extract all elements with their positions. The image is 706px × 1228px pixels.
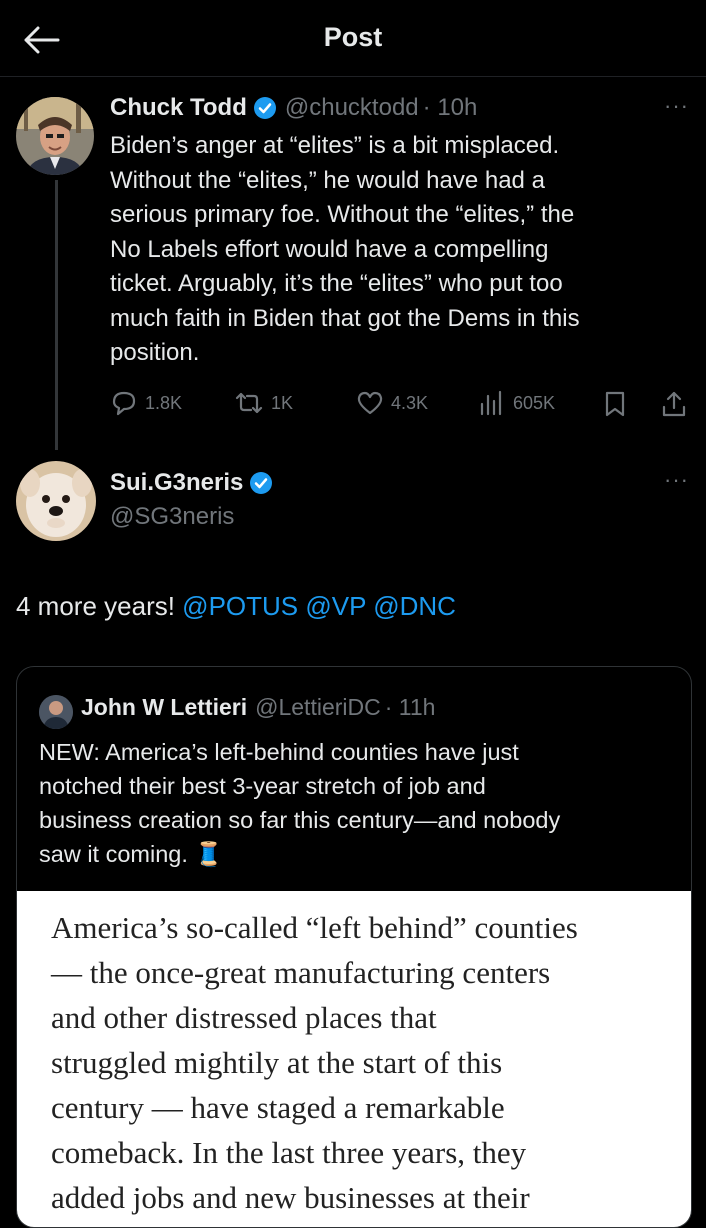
view-count: 605K bbox=[513, 392, 556, 413]
text-line: serious primary foe. Without the “elites… bbox=[110, 201, 575, 228]
avatar bbox=[39, 695, 73, 729]
article-line: added jobs and new businesses at their bbox=[51, 1180, 530, 1215]
author-handle[interactable]: @chucktodd bbox=[285, 94, 419, 122]
text-line: position. bbox=[110, 339, 200, 366]
reply-text-prefix: 4 more years! bbox=[16, 591, 183, 621]
article-line: and other distressed places that bbox=[51, 1000, 437, 1035]
quoted-text: NEW: America’s left-behind counties have… bbox=[39, 735, 560, 871]
user-photo bbox=[16, 97, 94, 175]
tweet-header: Chuck Todd @chucktodd · 10h bbox=[110, 92, 477, 124]
reply-text: 4 more years! @POTUS @VP @DNC bbox=[16, 589, 456, 623]
bookmark-button[interactable] bbox=[602, 390, 635, 418]
author-name[interactable]: Chuck Todd bbox=[110, 94, 247, 122]
tweet-time: · 10h bbox=[422, 94, 478, 121]
repost-count: 1K bbox=[271, 392, 294, 413]
author-handle[interactable]: @SG3neris bbox=[110, 503, 234, 531]
text-line: business creation so far this century—an… bbox=[39, 807, 561, 833]
mention-link[interactable]: @VP bbox=[305, 591, 366, 621]
article-line: America’s so-called “left behind” counti… bbox=[51, 910, 578, 945]
reply-icon bbox=[112, 391, 136, 416]
text-line: saw it coming. 🧵 bbox=[39, 837, 560, 871]
text-line: Without the “elites,” he would have had … bbox=[110, 166, 545, 194]
quoted-header: John W Lettieri @LettieriDC · 11h bbox=[81, 692, 435, 722]
mention-link[interactable]: @DNC bbox=[373, 591, 456, 621]
thread-emoji: 🧵 bbox=[194, 841, 224, 867]
page-title: Post bbox=[323, 22, 383, 52]
repost-icon bbox=[235, 392, 263, 414]
verified-badge-icon bbox=[249, 471, 273, 495]
mention-link[interactable]: @POTUS bbox=[182, 591, 298, 621]
reply-button[interactable]: 1.8K bbox=[110, 390, 182, 416]
tweet-actions: 1.8K 1K 4.3K 605K bbox=[110, 386, 690, 420]
more-options-icon[interactable]: ··· bbox=[664, 467, 689, 493]
like-button[interactable]: 4.3K bbox=[356, 390, 428, 416]
views-chart-icon bbox=[480, 390, 502, 416]
article-line: comeback. In the last three years, they bbox=[51, 1135, 527, 1170]
text-line: much faith in Biden that got the Dems in… bbox=[110, 304, 580, 332]
author-name[interactable]: Sui.G3neris bbox=[110, 469, 243, 497]
quoted-tweet[interactable]: John W Lettieri @LettieriDC · 11h NEW: A… bbox=[16, 666, 692, 1228]
text-line-content: saw it coming. bbox=[39, 841, 188, 867]
thread-connector bbox=[55, 180, 58, 450]
more-options-icon[interactable]: ··· bbox=[664, 93, 689, 119]
article-line: — the once-great manufacturing centers bbox=[51, 955, 551, 990]
avatar[interactable] bbox=[16, 461, 96, 541]
reply-count: 1.8K bbox=[145, 392, 183, 413]
top-bar: Post bbox=[0, 0, 706, 77]
share-icon bbox=[662, 391, 686, 417]
text-line: notched their best 3-year stretch of job… bbox=[39, 773, 486, 799]
article-line: century — have staged a remarkable bbox=[51, 1090, 505, 1125]
like-count: 4.3K bbox=[391, 392, 429, 413]
author-handle: @LettieriDC bbox=[255, 693, 381, 720]
article-line: struggled mightily at the start of this bbox=[51, 1045, 503, 1080]
text-line: No Labels effort would have a compelling bbox=[110, 235, 549, 263]
views-button[interactable]: 605K bbox=[478, 390, 555, 416]
article-image: America’s so-called “left behind” counti… bbox=[17, 891, 691, 1227]
dog-photo bbox=[16, 461, 96, 541]
share-button[interactable] bbox=[660, 390, 695, 418]
reply-header: Sui.G3neris bbox=[110, 467, 273, 499]
verified-badge-icon bbox=[253, 96, 277, 120]
text-line: ticket. Arguably, it’s the “elites” who … bbox=[110, 270, 563, 297]
text-line: Biden’s anger at “elites” is a bit mispl… bbox=[110, 132, 560, 159]
text-line: NEW: America’s left-behind counties have… bbox=[39, 739, 519, 765]
bookmark-icon bbox=[605, 391, 625, 417]
repost-button[interactable]: 1K bbox=[234, 390, 293, 416]
author-name: John W Lettieri bbox=[81, 693, 248, 720]
tweet-text: Biden’s anger at “elites” is a bit mispl… bbox=[110, 129, 580, 371]
user-photo bbox=[39, 695, 73, 729]
heart-icon bbox=[357, 391, 383, 415]
tweet-time: · 11h bbox=[384, 693, 436, 720]
avatar[interactable] bbox=[16, 97, 94, 175]
